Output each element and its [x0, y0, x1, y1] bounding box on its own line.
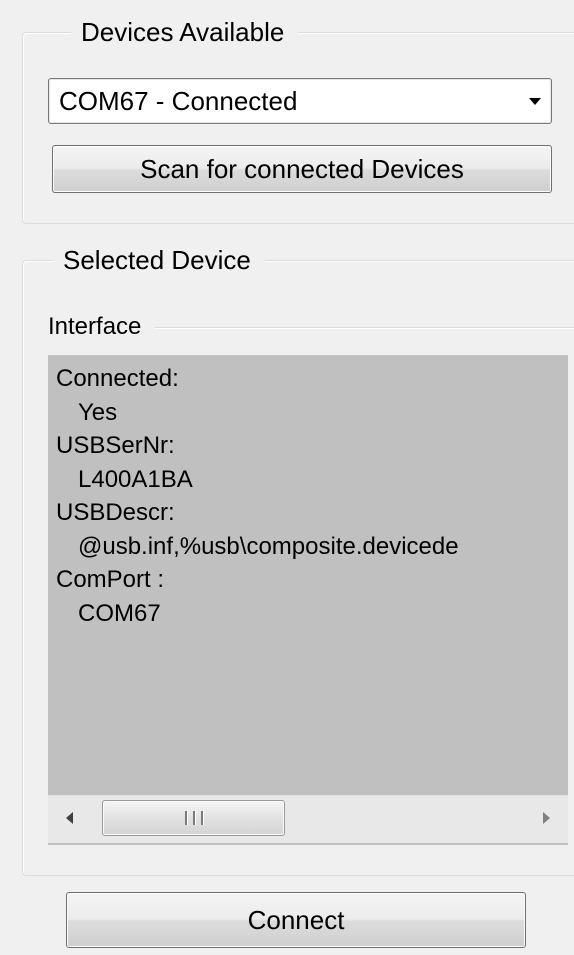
info-label-connected: Connected: [56, 365, 179, 392]
info-label-comport: ComPort : [56, 566, 165, 593]
info-label-usbdescr: USBDescr: [56, 499, 175, 526]
connect-button[interactable]: Connect [66, 892, 526, 948]
arrow-right-icon[interactable] [543, 812, 550, 824]
info-value-usbdescr: @usb.inf,%usb\composite.devicede [78, 532, 459, 560]
scan-devices-button[interactable]: Scan for connected Devices [52, 145, 552, 193]
devices-available-group: Devices Available [22, 17, 574, 224]
info-value-connected: Yes [78, 398, 118, 426]
selected-device-title: Selected Device [53, 245, 265, 275]
grip-icon [184, 811, 203, 825]
device-select-dropdown[interactable]: COM67 - Connected [48, 78, 552, 124]
arrow-left-icon[interactable] [66, 812, 73, 824]
interface-label: Interface [48, 313, 156, 341]
interface-info-panel[interactable]: Connected: Yes USBSerNr: L400A1BA USBDes… [48, 355, 568, 845]
info-label-usbsernr: USBSerNr: [56, 432, 175, 459]
info-value-comport: COM67 [78, 599, 161, 627]
chevron-down-icon[interactable] [529, 98, 541, 105]
scrollbar-thumb[interactable] [102, 800, 285, 836]
horizontal-scrollbar[interactable] [48, 795, 568, 843]
devices-available-title: Devices Available [71, 17, 299, 47]
device-select-value: COM67 - Connected [59, 86, 298, 116]
info-value-usbsernr: L400A1BA [78, 465, 193, 493]
interface-info-list: Connected: Yes USBSerNr: L400A1BA USBDes… [56, 362, 459, 630]
